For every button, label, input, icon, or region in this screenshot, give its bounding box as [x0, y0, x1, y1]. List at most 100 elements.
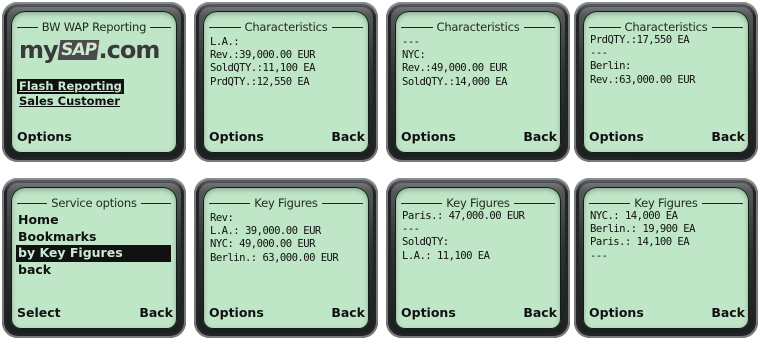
- phone-characteristics-3: Characteristics PrdQTY.:17,550 EA --- Be…: [574, 2, 758, 162]
- softkey-bar: Options Back: [401, 129, 557, 144]
- softkey-bar: Options Back: [589, 305, 745, 320]
- select-softkey[interactable]: Select: [17, 305, 61, 320]
- phone-key-figures-1: Key Figures Rev: L.A.: 39,000.00 EUR NYC…: [194, 178, 378, 338]
- options-softkey[interactable]: Options: [589, 305, 644, 320]
- back-softkey[interactable]: Back: [711, 129, 745, 144]
- back-softkey[interactable]: Back: [331, 129, 365, 144]
- wap-phone-grid: BW WAP Reporting my SAP .com Flash Repor…: [0, 0, 758, 341]
- menu-item-home[interactable]: Home: [18, 212, 171, 229]
- phone-screen: Key Figures Rev: L.A.: 39,000.00 EUR NYC…: [203, 187, 369, 329]
- title-rule-left: [401, 26, 433, 28]
- data-line: Paris.: 47,000.00 EUR: [402, 210, 525, 222]
- data-line: Rev.:39,000.00 EUR: [210, 49, 315, 62]
- options-softkey[interactable]: Options: [17, 129, 72, 144]
- title-rule-left: [209, 26, 241, 28]
- data-line: L.A.: 11,100 EA: [402, 249, 490, 262]
- data-line: ---: [402, 223, 420, 236]
- phone-key-figures-3: Key Figures NYC.: 14,000 EA Berlin.: 19,…: [574, 178, 758, 338]
- screen-title: Characteristics: [589, 20, 744, 34]
- data-line: Berlin:: [590, 60, 631, 73]
- menu-item-back[interactable]: back: [18, 262, 171, 279]
- title-rule-right: [701, 202, 744, 204]
- data-line: ---: [590, 47, 608, 60]
- data-lines: NYC.: 14,000 EA Berlin.: 19,900 EA Paris…: [590, 210, 743, 263]
- phone-characteristics-2: Characteristics --- NYC: Rev.:49,000.00 …: [386, 2, 570, 162]
- menu-link-flash-reporting[interactable]: Flash Reporting: [17, 79, 124, 94]
- data-line: NYC:: [402, 49, 426, 62]
- softkey-bar: Select Back: [17, 305, 173, 320]
- data-line: Rev.:49,000.00 EUR: [402, 62, 507, 75]
- menu-link-sales-customer[interactable]: Sales Customer: [19, 94, 124, 109]
- screen-title-text: Characteristics: [244, 20, 328, 34]
- data-line: L.A.:: [210, 36, 240, 48]
- title-rule-right: [711, 26, 744, 28]
- service-options-menu: Home Bookmarks by Key Figures back: [16, 212, 171, 279]
- back-softkey[interactable]: Back: [523, 305, 557, 320]
- phone-key-figures-2: Key Figures Paris.: 47,000.00 EUR --- So…: [386, 178, 570, 338]
- screen-title-text: Characteristics: [624, 20, 708, 34]
- title-rule-left: [17, 26, 38, 28]
- screen-title-text: Key Figures: [446, 196, 510, 210]
- data-lines: PrdQTY.:17,550 EA --- Berlin: Rev.:63,00…: [590, 34, 743, 87]
- screen-title: Service options: [17, 196, 172, 210]
- data-line: L.A.: 39,000.00 EUR: [210, 225, 321, 238]
- menu-item-bookmarks[interactable]: Bookmarks: [18, 229, 171, 246]
- phone-service-options: Service options Home Bookmarks by Key Fi…: [2, 178, 186, 338]
- title-rule-left: [589, 202, 631, 204]
- title-rule-right: [140, 202, 172, 204]
- phone-characteristics-1: Characteristics L.A.: Rev.:39,000.00 EUR…: [194, 2, 378, 162]
- data-lines: Paris.: 47,000.00 EUR --- SoldQTY: L.A.:…: [402, 210, 555, 263]
- data-line: SoldQTY:: [402, 236, 449, 249]
- screen-title: BW WAP Reporting: [17, 20, 172, 34]
- data-line: Berlin.: 19,900 EA: [590, 223, 695, 236]
- options-softkey[interactable]: Options: [589, 129, 644, 144]
- phone-screen: Characteristics L.A.: Rev.:39,000.00 EUR…: [203, 11, 369, 153]
- screen-title-text: BW WAP Reporting: [41, 20, 147, 34]
- back-softkey[interactable]: Back: [711, 305, 745, 320]
- data-line: ---: [590, 249, 608, 262]
- menu-item-by-key-figures[interactable]: by Key Figures: [16, 245, 171, 262]
- screen-title-text: Service options: [51, 196, 137, 210]
- back-softkey[interactable]: Back: [331, 305, 365, 320]
- screen-title-text: Key Figures: [254, 196, 318, 210]
- data-lines: --- NYC: Rev.:49,000.00 EUR SoldQTY.:14,…: [402, 36, 555, 89]
- data-line: NYC: 49,000.00 EUR: [210, 238, 315, 251]
- options-softkey[interactable]: Options: [209, 305, 264, 320]
- data-line: SoldQTY.:14,000 EA: [402, 75, 507, 88]
- mysap-logo: my SAP .com: [19, 36, 161, 64]
- options-softkey[interactable]: Options: [209, 129, 264, 144]
- phone-screen: Key Figures NYC.: 14,000 EA Berlin.: 19,…: [583, 187, 749, 329]
- title-rule-left: [401, 202, 443, 204]
- back-softkey[interactable]: Back: [523, 129, 557, 144]
- softkey-bar: Options: [17, 129, 173, 144]
- title-rule-right: [331, 26, 364, 28]
- phone-screen: Characteristics PrdQTY.:17,550 EA --- Be…: [583, 11, 749, 153]
- title-rule-right: [150, 26, 172, 28]
- logo-text-com: .com: [98, 36, 161, 64]
- data-lines: L.A.: Rev.:39,000.00 EUR SoldQTY.:11,100…: [210, 36, 363, 89]
- reporting-menu: Flash Reporting Sales Customer: [17, 79, 124, 109]
- title-rule-right: [523, 26, 556, 28]
- logo-text-my: my: [19, 36, 59, 64]
- data-line: ---: [402, 36, 420, 48]
- phone-screen: Key Figures Paris.: 47,000.00 EUR --- So…: [395, 187, 561, 329]
- title-rule-right: [321, 202, 364, 204]
- softkey-bar: Options Back: [401, 305, 557, 320]
- back-softkey[interactable]: Back: [139, 305, 173, 320]
- options-softkey[interactable]: Options: [401, 129, 456, 144]
- screen-title: Characteristics: [209, 20, 364, 34]
- screen-title: Key Figures: [589, 196, 744, 210]
- softkey-bar: Options Back: [209, 129, 365, 144]
- data-line: Paris.: 14,100 EA: [590, 236, 690, 249]
- data-line: SoldQTY.:11,100 EA: [210, 62, 315, 75]
- data-line: Rev:: [210, 212, 234, 224]
- title-rule-right: [513, 202, 556, 204]
- options-softkey[interactable]: Options: [401, 305, 456, 320]
- softkey-bar: Options Back: [589, 129, 745, 144]
- phone-screen: Characteristics --- NYC: Rev.:49,000.00 …: [395, 11, 561, 153]
- phone-screen: Service options Home Bookmarks by Key Fi…: [11, 187, 177, 329]
- softkey-bar: Options Back: [209, 305, 365, 320]
- screen-title: Characteristics: [401, 20, 556, 34]
- data-lines: Rev: L.A.: 39,000.00 EUR NYC: 49,000.00 …: [210, 212, 363, 265]
- phone-screen: BW WAP Reporting my SAP .com Flash Repor…: [11, 11, 177, 153]
